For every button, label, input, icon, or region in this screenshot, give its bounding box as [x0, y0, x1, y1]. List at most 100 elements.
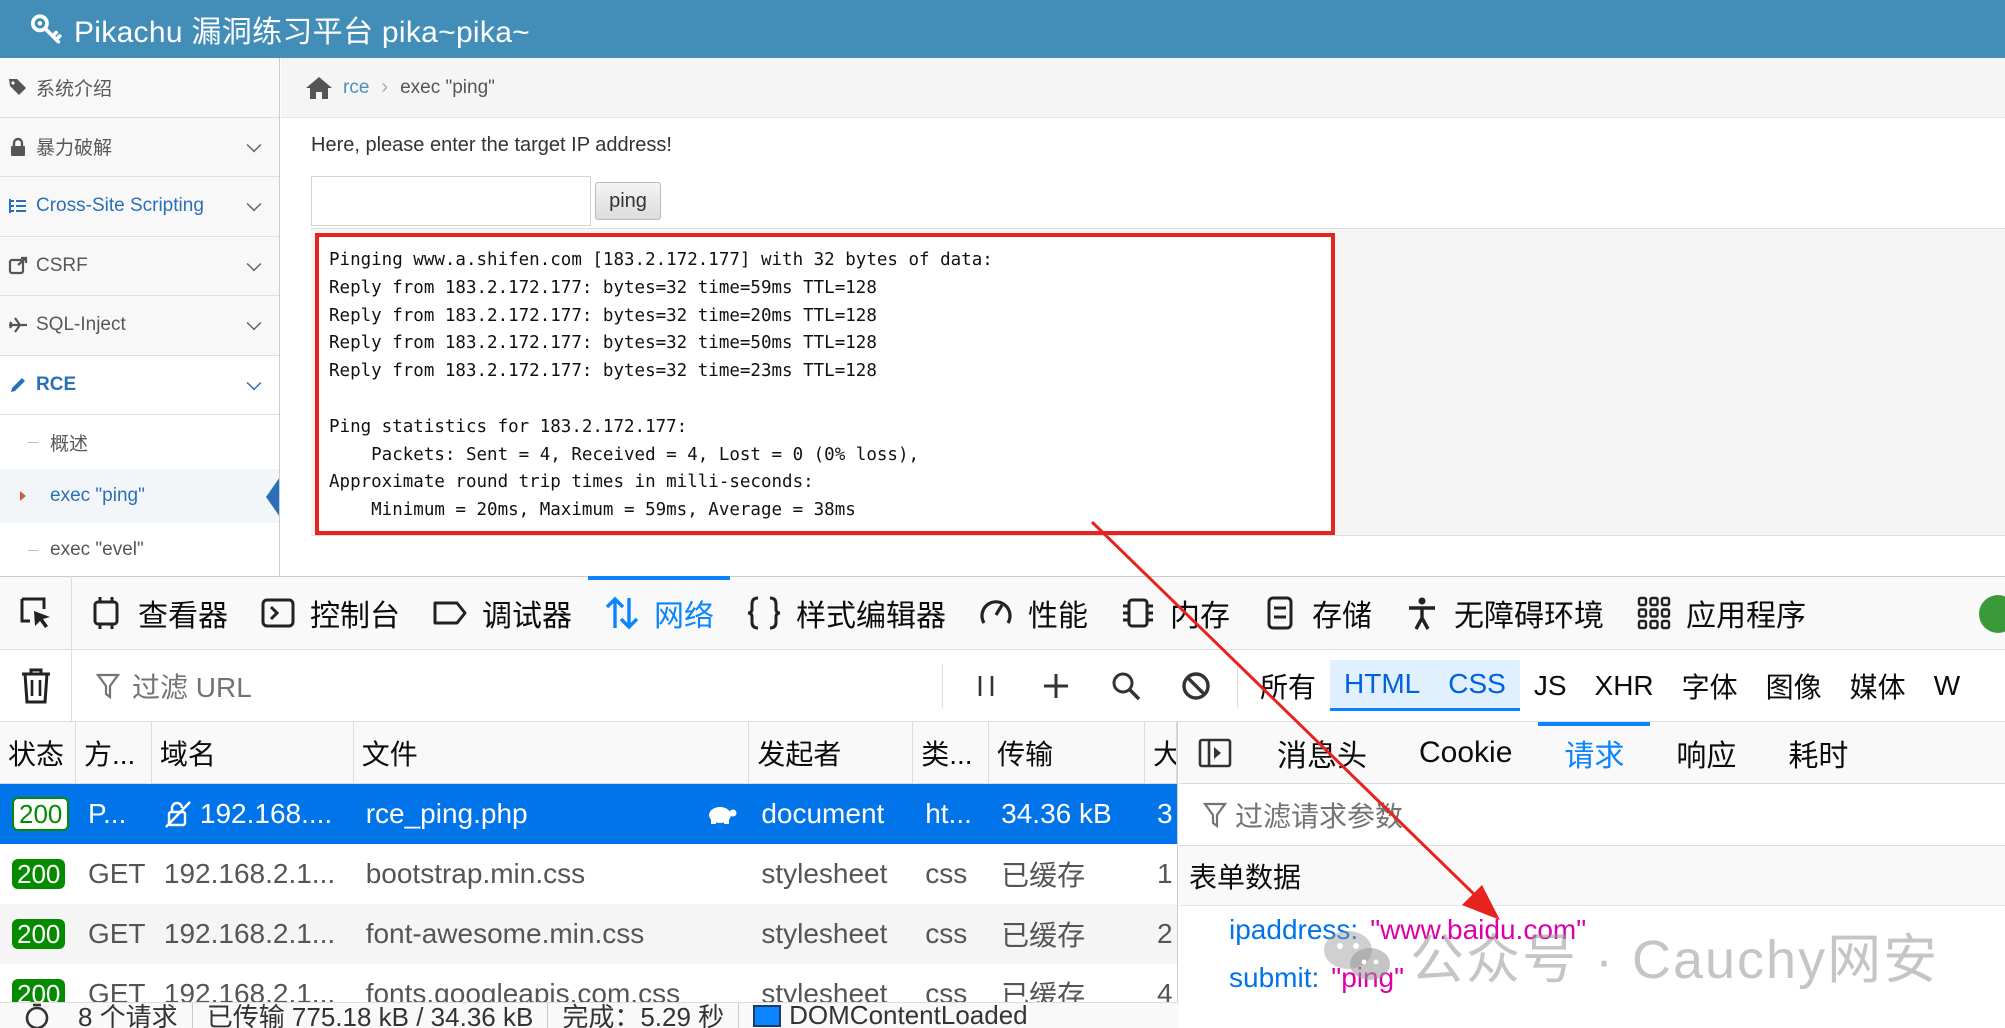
- param-key: submit:: [1229, 962, 1320, 993]
- tab-accessibility[interactable]: 无障碍环境: [1388, 576, 1620, 650]
- ip-address-input[interactable]: [311, 176, 591, 226]
- sidebar-item-label: 暴力破解: [36, 138, 113, 160]
- request-method: GET: [87, 918, 146, 949]
- sidebar-item-label: Cross-Site Scripting: [36, 195, 204, 217]
- tab-response[interactable]: 响应: [1650, 722, 1762, 784]
- gauge-icon: [980, 600, 1012, 624]
- request-initiator: document: [761, 798, 885, 829]
- request-count: 8 个请求: [64, 1003, 193, 1028]
- sidebar-subitem-label: exec "evel": [50, 539, 144, 560]
- tab-timings[interactable]: 耗时: [1762, 722, 1874, 784]
- search-button[interactable]: [1091, 671, 1161, 701]
- sidebar-item-xss[interactable]: Cross-Site Scripting: [0, 177, 279, 237]
- braces-icon: [747, 596, 781, 630]
- column-header-transfer[interactable]: 传输: [989, 722, 1146, 783]
- form-param-row[interactable]: submit: "ping": [1179, 954, 2005, 1002]
- column-header-initiator[interactable]: 发起者: [749, 722, 914, 783]
- tab-headers[interactable]: 消息头: [1251, 722, 1393, 784]
- network-tools: [942, 663, 1231, 708]
- panel-toggle-icon: [1198, 738, 1232, 767]
- table-row[interactable]: 200 P... 192.168.... rce_ping.php docume…: [0, 784, 1177, 844]
- request-type: css: [925, 918, 968, 949]
- element-picker-icon: [20, 597, 50, 628]
- devtools-toolbar: 查看器 控制台 调试器 网络 样式编辑器 性能 内存 存储 无障碍环境 应用程序: [0, 576, 2005, 650]
- filter-xhr[interactable]: XHR: [1581, 662, 1668, 710]
- add-button[interactable]: [1021, 672, 1091, 700]
- breadcrumb-current: exec "ping": [400, 76, 495, 98]
- home-icon[interactable]: [305, 75, 333, 101]
- table-row[interactable]: 200 GET 192.168.2.1... font-awesome.min.…: [0, 904, 1177, 964]
- tab-performance[interactable]: 性能: [962, 576, 1104, 650]
- clear-requests-button[interactable]: [0, 649, 72, 722]
- filter-css[interactable]: CSS: [1434, 660, 1520, 711]
- extension-icon[interactable]: [1979, 595, 2005, 633]
- filter-params-input[interactable]: 过滤请求参数: [1179, 784, 2005, 846]
- column-header-size[interactable]: 大: [1145, 722, 1177, 783]
- filter-ws[interactable]: W: [1920, 662, 1974, 710]
- sidebar-subitem-overview[interactable]: 概述: [0, 415, 279, 469]
- sidebar-item-csrf[interactable]: CSRF: [0, 236, 279, 296]
- tab-debugger[interactable]: 调试器: [416, 576, 588, 650]
- ping-output: Pinging www.a.shifen.com [183.2.172.177]…: [315, 233, 1335, 535]
- tab-inspector[interactable]: 查看器: [72, 576, 244, 650]
- pencil-icon: [6, 373, 30, 397]
- tab-application[interactable]: 应用程序: [1620, 576, 1822, 650]
- tab-cookies[interactable]: Cookie: [1393, 722, 1538, 784]
- request-transfer: 已缓存: [1001, 920, 1086, 951]
- tab-label: 应用程序: [1686, 600, 1806, 633]
- request-domain: 192.168.2.1...: [163, 858, 336, 889]
- tab-memory[interactable]: 内存: [1104, 576, 1246, 650]
- tab-label: 控制台: [310, 600, 400, 633]
- column-header-status[interactable]: 状态: [0, 722, 76, 783]
- form-prompt: Here, please enter the target IP address…: [311, 134, 672, 156]
- column-header-file[interactable]: 文件: [354, 722, 750, 783]
- sidebar-item-rce[interactable]: RCE: [0, 355, 279, 415]
- filter-url-input[interactable]: 过滤 URL: [72, 666, 942, 706]
- column-header-domain[interactable]: 域名: [152, 722, 354, 783]
- tab-style-editor[interactable]: 样式编辑器: [730, 576, 962, 650]
- tab-label: 网络: [654, 600, 714, 633]
- block-button[interactable]: [1161, 671, 1231, 701]
- column-header-type[interactable]: 类...: [913, 722, 990, 783]
- insecure-lock-icon: [165, 801, 191, 828]
- pause-button[interactable]: [951, 673, 1021, 699]
- tags-icon: [6, 75, 30, 99]
- sidebar-item-bruteforce[interactable]: 暴力破解: [0, 117, 279, 177]
- element-picker-button[interactable]: [0, 576, 72, 650]
- plus-icon: [1044, 673, 1068, 698]
- request-domain: 192.168....: [152, 784, 354, 844]
- breadcrumb-link[interactable]: rce: [343, 77, 369, 99]
- request-initiator: stylesheet: [761, 918, 888, 949]
- tab-storage[interactable]: 存储: [1246, 576, 1388, 650]
- network-icon: [605, 596, 639, 630]
- table-header: 状态 方... 域名 文件 发起者 类... 传输 大: [0, 722, 1177, 784]
- filter-images[interactable]: 图像: [1752, 658, 1836, 714]
- toggle-panel-button[interactable]: [1179, 738, 1251, 768]
- sidebar-subitem-exec-ping[interactable]: exec "ping": [0, 469, 279, 523]
- filter-url-placeholder: 过滤 URL: [132, 671, 252, 703]
- finish-time: 完成：5.29 秒: [548, 1003, 740, 1028]
- param-value: "ping": [1331, 962, 1405, 993]
- filter-icon: [1203, 802, 1227, 828]
- sidebar-item-label: CSRF: [36, 254, 88, 276]
- sidebar-subitem-exec-evel[interactable]: exec "evel": [0, 523, 279, 576]
- sidebar-item-label: SQL-Inject: [36, 314, 126, 336]
- ping-button[interactable]: ping: [595, 182, 661, 220]
- chevron-down-icon: [246, 196, 262, 212]
- filter-fonts[interactable]: 字体: [1668, 658, 1752, 714]
- request-file: bootstrap.min.css: [365, 858, 586, 889]
- chevron-down-icon: [246, 137, 262, 153]
- filter-media[interactable]: 媒体: [1836, 658, 1920, 714]
- form-param-row[interactable]: ipaddress: "www.baidu.com": [1179, 906, 2005, 954]
- tab-network[interactable]: 网络: [588, 576, 730, 650]
- tab-console[interactable]: 控制台: [244, 576, 416, 650]
- sidebar-item-intro[interactable]: 系统介绍: [0, 58, 279, 118]
- column-header-method[interactable]: 方...: [76, 722, 152, 783]
- tab-request[interactable]: 请求: [1538, 721, 1651, 784]
- filter-html[interactable]: HTML: [1330, 660, 1435, 711]
- filter-all[interactable]: 所有: [1246, 658, 1330, 714]
- table-row[interactable]: 200 GET 192.168.2.1... bootstrap.min.css…: [0, 844, 1177, 904]
- filter-js[interactable]: JS: [1520, 662, 1581, 710]
- filter-params-placeholder: 过滤请求参数: [1235, 800, 1404, 832]
- sidebar-item-sqli[interactable]: SQL-Inject: [0, 296, 279, 356]
